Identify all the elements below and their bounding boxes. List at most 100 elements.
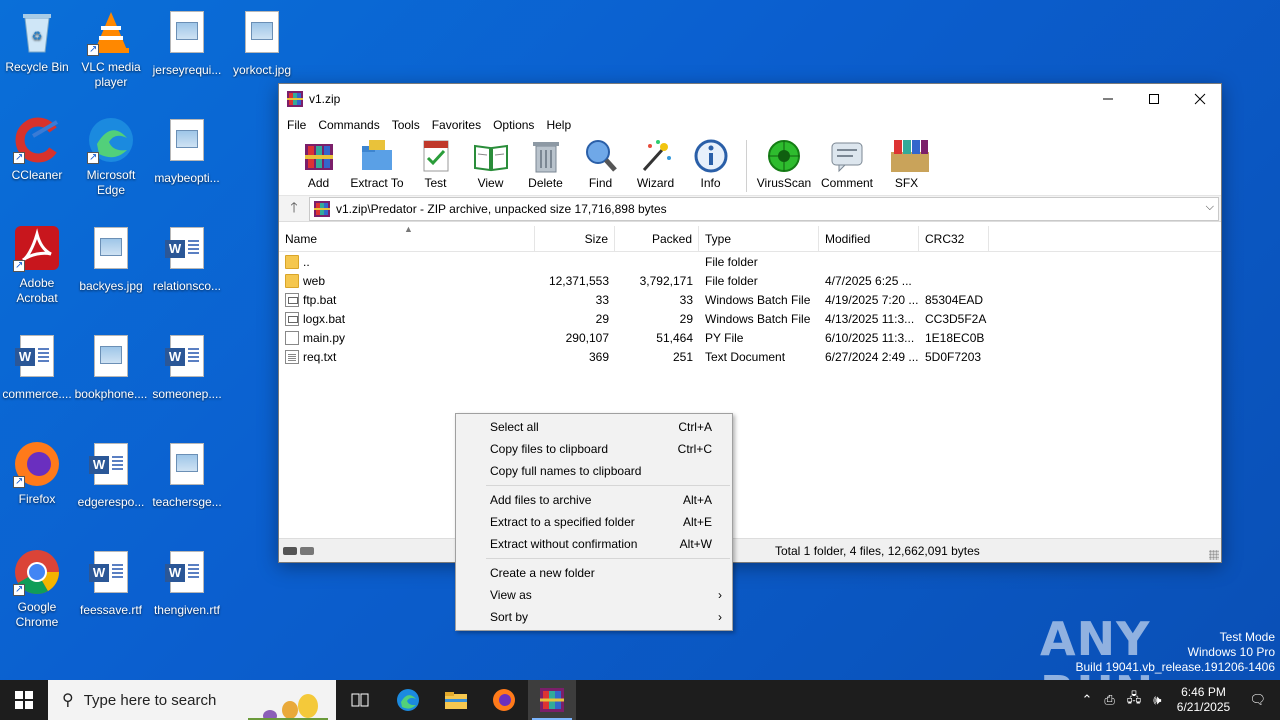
taskbar-edge[interactable] [384, 680, 432, 720]
network-icon[interactable]: 🖧 [1127, 689, 1142, 711]
desktop-icon[interactable]: teachersge... [150, 440, 224, 510]
toolbar-test-button[interactable]: Test [408, 136, 463, 190]
minimize-button[interactable] [1085, 84, 1131, 114]
context-menu-item-add-files-to-archive[interactable]: Add files to archive Alt+A [456, 489, 732, 511]
file-row[interactable]: web 12,371,553 3,792,171 File folder 4/7/202… [279, 271, 1221, 290]
desktop-icon[interactable]: bookphone.... [74, 332, 148, 402]
toolbar-view-button[interactable]: View [463, 136, 518, 190]
column-modified[interactable]: Modified [819, 226, 919, 251]
column-type[interactable]: Type [699, 226, 819, 251]
toolbar-find-button[interactable]: Find [573, 136, 628, 190]
file-type-cell: File folder [705, 254, 758, 269]
menu-options[interactable]: Options [487, 114, 540, 136]
clock[interactable]: 6:46 PM 6/21/2025 [1173, 685, 1233, 715]
toolbar-wizard-button[interactable]: Wizard [628, 136, 683, 190]
firefox-icon [493, 689, 515, 711]
start-button[interactable] [0, 680, 48, 720]
title-bar[interactable]: v1.zip [279, 84, 1221, 114]
toolbar-virusscan-button[interactable]: VirusScan [753, 136, 815, 190]
column-packed[interactable]: Packed [615, 226, 699, 251]
volume-icon[interactable]: 🕪 [1153, 692, 1161, 708]
desktop-icon-label: Microsoft Edge [86, 168, 136, 197]
taskbar-file-explorer[interactable] [432, 680, 480, 720]
file-type-cell: Windows Batch File [705, 311, 811, 326]
desktop-icon[interactable]: Wthengiven.rtf [150, 548, 224, 618]
chrome-icon [13, 548, 61, 597]
menu-item-shortcut: Ctrl+A [678, 420, 712, 434]
file-row[interactable]: ftp.bat 33 33 Windows Batch File 4/19/2025 7… [279, 290, 1221, 309]
file-row[interactable]: req.txt 369 251 Text Document 6/27/2024 2:49… [279, 347, 1221, 366]
network-device-icon[interactable]: ⎙ [1104, 692, 1114, 708]
desktop-icon[interactable]: Google Chrome [0, 548, 74, 630]
drive-icon[interactable] [283, 546, 297, 555]
menu-item-shortcut: Alt+W [679, 537, 712, 551]
menu-tools[interactable]: Tools [386, 114, 426, 136]
watermark-line3: Build 19041.vb_release.191206-1406 [1075, 660, 1276, 674]
file-size-cell: 369 [588, 349, 609, 364]
context-menu-item-copy-full-names-to-clipboard[interactable]: Copy full names to clipboard [456, 460, 732, 482]
chevron-down-icon[interactable]: ⌵ [1206, 201, 1214, 214]
toolbar-add-button[interactable]: Add [291, 136, 346, 190]
toolbar-comment-button[interactable]: Comment [815, 136, 879, 190]
chevron-up-icon[interactable]: ⌃ [1081, 692, 1092, 708]
desktop-icon[interactable]: backyes.jpg [74, 224, 148, 294]
file-row[interactable]: logx.bat 29 29 Windows Batch File 4/13/2025 … [279, 309, 1221, 328]
desktop-icon-label: thengiven.rtf [153, 603, 221, 617]
desktop-icon[interactable]: yorkoct.jpg [225, 8, 299, 78]
menu-favorites[interactable]: Favorites [426, 114, 487, 136]
taskbar-firefox[interactable] [480, 680, 528, 720]
desktop-icon[interactable]: CCleaner [0, 116, 74, 183]
windows-logo-icon [15, 691, 33, 709]
desktop-icon[interactable]: Wsomeonep.... [150, 332, 224, 402]
maximize-button[interactable] [1131, 84, 1177, 114]
status-bar: Total 1 folder, 4 files, 12,662,091 byte… [279, 538, 1221, 562]
desktop-icon[interactable]: jerseyrequi... [150, 8, 224, 78]
taskbar-winrar[interactable] [528, 680, 576, 720]
file-type-cell: File folder [705, 273, 758, 288]
desktop-icon[interactable]: Firefox [0, 440, 74, 507]
context-menu-item-select-all[interactable]: Select all Ctrl+A [456, 416, 732, 438]
desktop-icon[interactable]: Wfeessave.rtf [74, 548, 148, 618]
toolbar-extract-to-button[interactable]: Extract To [346, 136, 408, 190]
desktop-icon[interactable]: Microsoft Edge [74, 116, 148, 198]
taskbar-search[interactable]: ⚲ Type here to search [48, 680, 336, 720]
toolbar-info-button[interactable]: Info [683, 136, 738, 190]
toolbar-delete-button[interactable]: Delete [518, 136, 573, 190]
desktop-icon[interactable]: maybeopti... [150, 116, 224, 186]
toolbar-label: Find [588, 176, 613, 190]
context-menu-item-sort-by[interactable]: Sort by › [456, 606, 732, 628]
desktop-icon[interactable]: Adobe Acrobat [0, 224, 74, 306]
folder-icon [285, 273, 299, 288]
context-menu-item-create-a-new-folder[interactable]: Create a new folder [456, 562, 732, 584]
desktop-icon-label: relationsco... [152, 279, 222, 293]
key-icon[interactable] [300, 546, 314, 555]
toolbar-sfx-button[interactable]: SFX [879, 136, 934, 190]
menu-file[interactable]: File [281, 114, 312, 136]
menu-commands[interactable]: Commands [312, 114, 385, 136]
word-doc-icon: W [87, 551, 135, 599]
context-menu-item-extract-without-confirmation[interactable]: Extract without confirmation Alt+W [456, 533, 732, 555]
notification-icon[interactable]: 🗨 [1249, 692, 1266, 708]
file-row[interactable]: main.py 290,107 51,464 PY File 6/10/2025 11:… [279, 328, 1221, 347]
menu-help[interactable]: Help [540, 114, 577, 136]
resize-grip[interactable] [1209, 550, 1219, 560]
context-menu-item-view-as[interactable]: View as › [456, 584, 732, 606]
file-modified-cell: 6/10/2025 11:3... [825, 330, 915, 345]
up-folder-button[interactable]: 🡑 [279, 197, 309, 221]
task-view-button[interactable] [336, 680, 384, 720]
desktop-icon[interactable]: Wcommerce.... [0, 332, 74, 402]
desktop-icon[interactable]: Wedgerespo... [74, 440, 148, 510]
column-crc32[interactable]: CRC32 [919, 226, 989, 251]
context-menu-item-extract-to-a-specified-folder[interactable]: Extract to a specified folder Alt+E [456, 511, 732, 533]
toolbar-label: Add [307, 176, 330, 190]
file-name: ftp.bat [303, 292, 337, 307]
desktop-icon[interactable]: Wrelationsco... [150, 224, 224, 294]
desktop-icon[interactable]: ♻ Recycle Bin [0, 8, 74, 75]
close-button[interactable] [1177, 84, 1223, 114]
column-size[interactable]: Size [535, 226, 615, 251]
file-row[interactable]: .. File folder [279, 252, 1221, 271]
context-menu-item-copy-files-to-clipboard[interactable]: Copy files to clipboard Ctrl+C [456, 438, 732, 460]
file-modified-cell: 4/13/2025 11:3... [825, 311, 915, 326]
address-field[interactable]: v1.zip\Predator - ZIP archive, unpacked … [309, 196, 1219, 221]
desktop-icon[interactable]: VLC media player [74, 8, 148, 90]
